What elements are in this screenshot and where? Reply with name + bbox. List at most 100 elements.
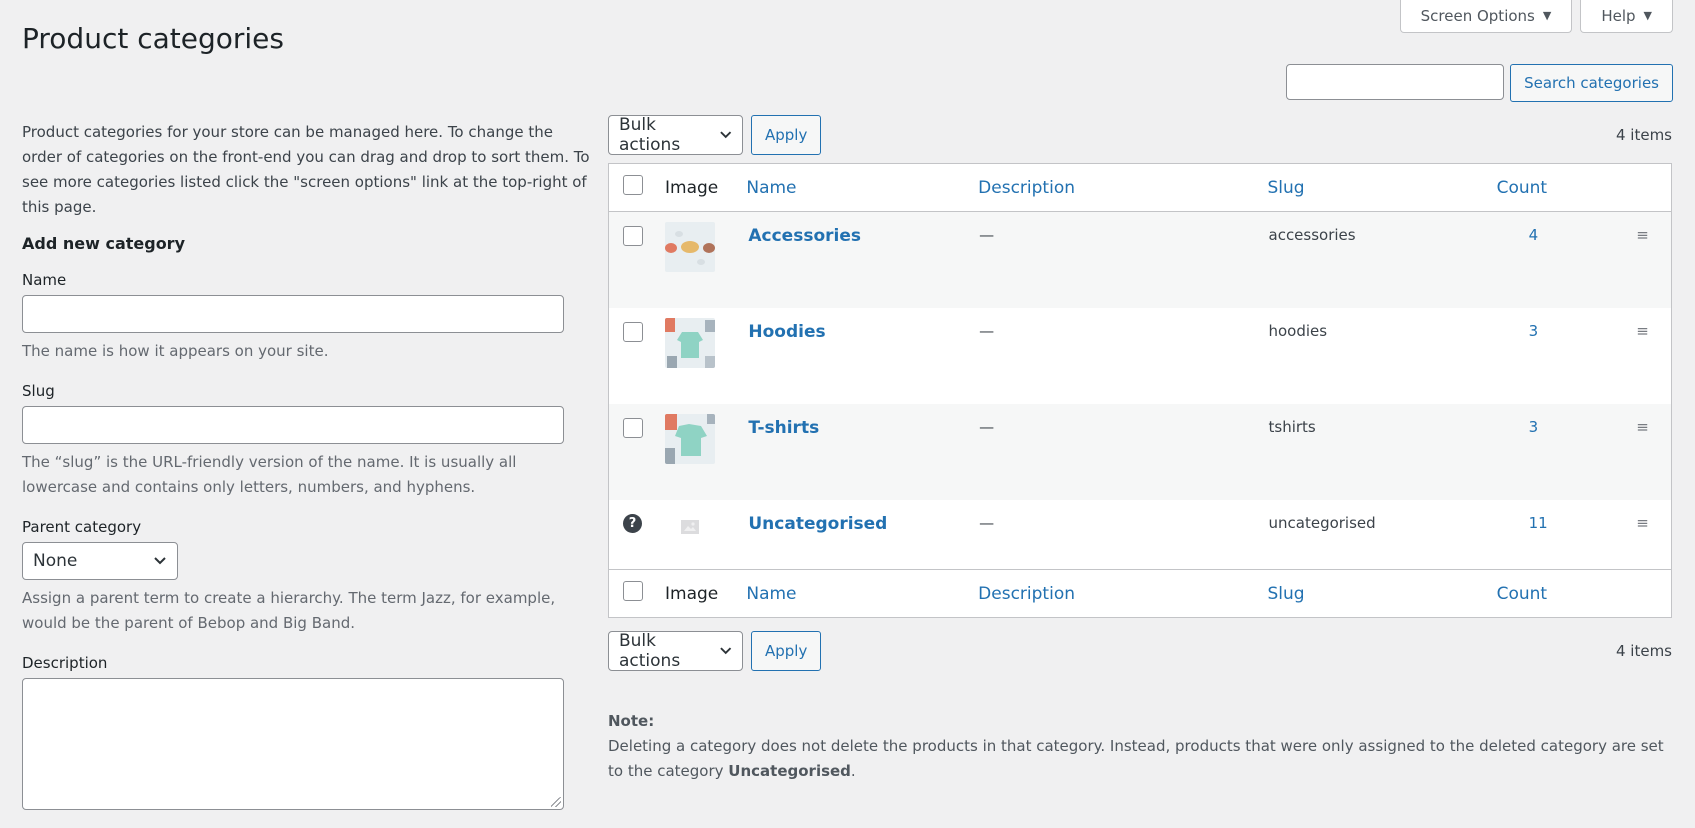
slug-cell: accessories (1268, 226, 1356, 244)
parent-category-help: Assign a parent term to create a hierarc… (22, 589, 556, 632)
count-link[interactable]: 4 (1497, 226, 1539, 244)
column-header-name[interactable]: Name (745, 164, 977, 212)
table-row: ? Uncategorised — uncategorised 11 ≡ (609, 500, 1672, 570)
description-cell: — (979, 513, 995, 532)
search-input[interactable] (1286, 64, 1505, 100)
items-count: 4 items (1615, 126, 1672, 144)
resize-grip-icon[interactable] (551, 797, 561, 807)
select-all-cell (609, 570, 665, 618)
slug-input[interactable] (22, 406, 564, 444)
hoodies-thumbnail (665, 317, 715, 368)
name-cell: T-shirts (745, 404, 977, 500)
description-label: Description (22, 654, 108, 672)
bulk-actions-select[interactable]: Bulk actions (608, 631, 743, 671)
intro-text: Product categories for your store can be… (22, 123, 590, 216)
parent-category-select[interactable]: None (22, 542, 178, 580)
column-header-count[interactable]: Count (1496, 164, 1614, 212)
description-field-group: Description (22, 654, 592, 810)
count-cell: 3 (1496, 404, 1614, 500)
drag-handle-icon[interactable]: ≡ (1614, 500, 1672, 570)
items-count: 4 items (1615, 642, 1672, 660)
column-footer-name[interactable]: Name (745, 570, 977, 618)
select-all-checkbox[interactable] (623, 581, 643, 601)
row-checkbox-cell (609, 404, 665, 500)
row-checkbox[interactable] (623, 417, 643, 438)
column-footer-count[interactable]: Count (1496, 570, 1614, 618)
note-title: Note: (608, 712, 655, 730)
bulk-actions-label: Bulk actions (619, 115, 681, 155)
page-title: Product categories (22, 22, 284, 55)
category-name-link[interactable]: T-shirts (746, 418, 819, 438)
column-footer-image: Image (665, 583, 719, 604)
slug-help: The “slug” is the URL-friendly version o… (22, 453, 517, 496)
search-categories-button[interactable]: Search categories (1510, 64, 1673, 102)
table-header-row: Image Name Description Slug Count (608, 164, 1672, 212)
count-link[interactable]: 11 (1497, 514, 1548, 532)
row-checkbox-cell (609, 308, 665, 404)
description-cell: — (979, 226, 995, 244)
column-header-slug[interactable]: Slug (1267, 164, 1496, 212)
slug-field-group: Slug The “slug” is the URL-friendly vers… (22, 382, 592, 500)
drag-handle-icon[interactable]: ≡ (1614, 212, 1672, 308)
help-label: Help (1601, 6, 1636, 25)
name-field-group: Name The name is how it appears on your … (22, 271, 592, 364)
column-footer-slug[interactable]: Slug (1267, 570, 1496, 618)
image-cell (664, 404, 745, 500)
column-footer-handle (1614, 570, 1672, 618)
bulk-actions-select[interactable]: Bulk actions (608, 115, 743, 155)
description-cell: — (979, 321, 995, 340)
name-label: Name (22, 271, 67, 289)
select-all-cell (609, 164, 665, 212)
row-help-cell: ? (609, 500, 665, 570)
count-cell: 11 (1496, 500, 1614, 570)
caret-down-icon: ▼ (1542, 9, 1552, 22)
drag-handle-icon[interactable]: ≡ (1614, 404, 1672, 500)
description-textarea[interactable] (22, 678, 564, 810)
category-name-link[interactable]: Accessories (746, 226, 861, 246)
name-cell: Hoodies (745, 308, 977, 404)
column-header-description[interactable]: Description (977, 164, 1266, 212)
parent-field-group: Parent category None Assign a parent ter… (22, 518, 592, 636)
select-all-checkbox[interactable] (623, 175, 643, 195)
table-row: T-shirts — tshirts 3 ≡ (608, 403, 1672, 500)
column-header-handle (1614, 164, 1672, 212)
screen-options-button[interactable]: Screen Options ▼ (1399, 0, 1573, 33)
caret-down-icon: ▼ (1643, 9, 1652, 22)
apply-button[interactable]: Apply (751, 631, 822, 671)
add-category-panel: Product categories for your store can be… (22, 120, 592, 828)
count-cell: 4 (1496, 212, 1614, 308)
note-emphasis: Uncategorised (728, 762, 851, 780)
chevron-down-icon (719, 647, 731, 655)
category-name-link[interactable]: Hoodies (746, 322, 825, 342)
image-cell (664, 500, 745, 570)
count-link[interactable]: 3 (1497, 418, 1539, 436)
count-link[interactable]: 3 (1497, 322, 1539, 340)
row-checkbox-cell (609, 212, 665, 308)
column-footer-description[interactable]: Description (977, 570, 1266, 618)
search-box: Search categories (1286, 64, 1673, 102)
categories-list-panel: Bulk actions Apply 4 items Image Name De… (608, 115, 1672, 784)
category-name-link[interactable]: Uncategorised (746, 514, 887, 534)
name-cell: Accessories (745, 212, 977, 308)
table-row: Accessories — accessories 4 ≡ (608, 211, 1672, 308)
help-question-icon[interactable]: ? (623, 513, 642, 533)
slug-label: Slug (22, 382, 55, 400)
parent-category-label: Parent category (22, 518, 142, 536)
row-checkbox[interactable] (623, 321, 643, 342)
row-checkbox[interactable] (623, 226, 643, 246)
tablenav-bottom: Bulk actions Apply 4 items (608, 631, 1672, 671)
drag-handle-icon[interactable]: ≡ (1614, 308, 1672, 404)
image-cell (664, 308, 745, 404)
accessories-thumbnail (665, 222, 715, 272)
add-new-category-heading: Add new category (22, 234, 185, 253)
image-cell (664, 212, 745, 308)
name-help: The name is how it appears on your site. (22, 342, 329, 360)
screen-options-label: Screen Options (1420, 6, 1535, 25)
parent-category-value: None (33, 551, 78, 571)
name-input[interactable] (22, 295, 564, 333)
help-button[interactable]: Help ▼ (1580, 0, 1673, 33)
apply-button[interactable]: Apply (751, 115, 822, 155)
chevron-down-icon (154, 557, 166, 565)
categories-table: Image Name Description Slug Count Access… (608, 163, 1672, 618)
count-cell: 3 (1496, 308, 1614, 404)
